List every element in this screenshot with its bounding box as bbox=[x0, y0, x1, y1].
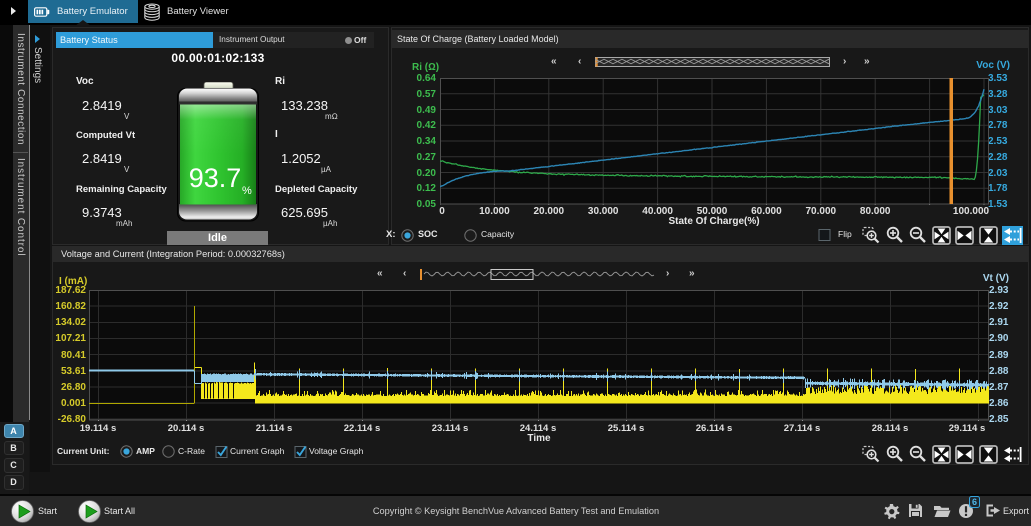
svg-text:93.7: 93.7 bbox=[189, 163, 242, 193]
svg-text:%: % bbox=[242, 185, 252, 197]
